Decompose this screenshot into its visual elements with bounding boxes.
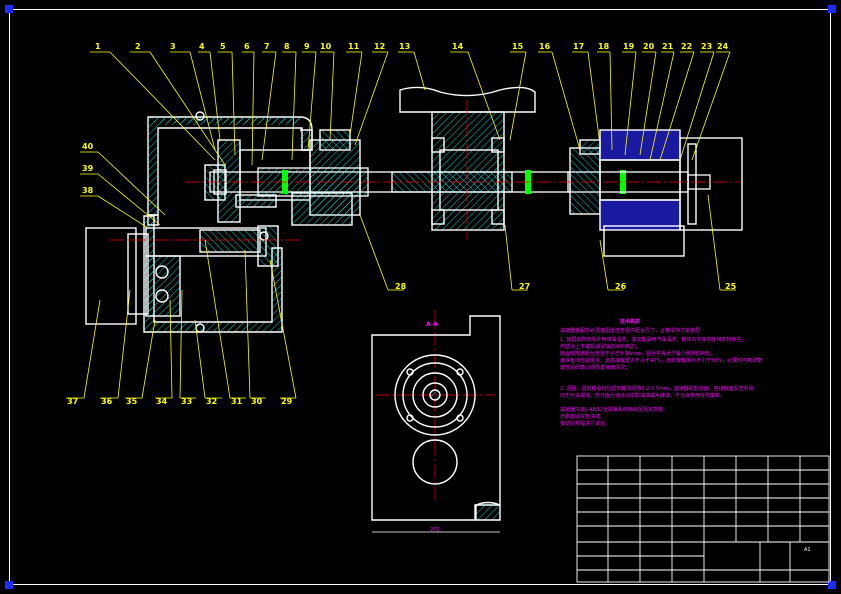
- part-label-25: 25: [725, 282, 737, 291]
- part-label-38: 38: [82, 186, 94, 195]
- tech-req-title: 技术要求: [620, 319, 641, 325]
- part-label-37: 37: [67, 397, 79, 406]
- assembly-drawing-svg: [66, 51, 830, 583]
- part-label-39: 39: [82, 164, 94, 173]
- tech-req-line: 减速器内装L-AN32全损耗系统用油至规定高度，: [560, 407, 668, 413]
- part-label-9: 9: [304, 42, 310, 51]
- sheet-size-label: A1: [804, 547, 811, 553]
- part-label-7: 7: [264, 42, 270, 51]
- part-label-13: 13: [399, 42, 411, 51]
- part-label-22: 22: [681, 42, 693, 51]
- tech-req-line: 均不允许漏油，剖分面允许涂以密封油漆或水玻璃，不允许使用任何填料；: [560, 393, 726, 399]
- section-view: [371, 315, 501, 533]
- section-view-title: A-A: [426, 321, 438, 328]
- part-label-31: 31: [231, 397, 243, 406]
- part-label-36: 36: [101, 397, 113, 406]
- tech-req-line: 内壁涂上不被机油浸蚀的涂料两次；: [560, 344, 641, 350]
- part-label-33: 33: [181, 397, 193, 406]
- part-label-17: 17: [573, 42, 585, 51]
- part-label-1: 1: [95, 42, 101, 51]
- part-label-18: 18: [598, 42, 610, 51]
- worm-wheel-housing: [399, 86, 536, 231]
- part-label-14: 14: [452, 42, 464, 51]
- part-label-34: 34: [156, 397, 168, 406]
- part-label-10: 10: [320, 42, 332, 51]
- part-label-20: 20: [643, 42, 655, 51]
- part-label-28: 28: [395, 282, 407, 291]
- part-label-16: 16: [539, 42, 551, 51]
- part-label-19: 19: [623, 42, 635, 51]
- tech-req-line: 2. 调整、固定轴承时应留有轴向间隙0.2-0.5mm，减速器的剖分面、各接触面…: [560, 386, 754, 392]
- tech-req-line: 外表面涂灰色油漆。: [560, 414, 606, 420]
- part-label-24: 24: [717, 42, 729, 51]
- part-label-4: 4: [199, 42, 205, 51]
- tech-req-line: 1. 装配前所有零件用煤油清洗，滚动轴承用汽油清洗，箱体内不许有任何杂物存在，: [560, 337, 747, 343]
- part-label-12: 12: [374, 42, 386, 51]
- part-label-35: 35: [126, 397, 138, 406]
- part-label-2: 2: [135, 42, 141, 51]
- part-label-32: 32: [206, 397, 218, 406]
- part-label-3: 3: [170, 42, 176, 51]
- base-dimension-text: 270: [430, 527, 440, 533]
- part-label-15: 15: [512, 42, 524, 51]
- right-assembly: [569, 129, 743, 257]
- part-label-30: 30: [251, 397, 263, 406]
- tech-req-line: 或刮后研磨以便改善接触情况；: [560, 365, 631, 371]
- tech-req-line: 用涂色法检验斑点，齿高接触斑点不小于40%，齿长接触斑点不小于50%，必要时可用…: [560, 358, 763, 364]
- part-label-40: 40: [82, 142, 94, 151]
- part-label-26: 26: [615, 282, 627, 291]
- tech-req-line: 减速器装配前必须按图纸检查零件配合尺寸，合格零件才能装配: [560, 328, 701, 334]
- part-label-5: 5: [220, 42, 226, 51]
- part-label-23: 23: [701, 42, 713, 51]
- part-label-8: 8: [284, 42, 290, 51]
- cad-drawing-canvas: 1 2 3 4 5 6 7 8 9 10 11 12 13 14 15 16 1…: [0, 0, 841, 594]
- part-label-11: 11: [348, 42, 360, 51]
- part-label-27: 27: [519, 282, 531, 291]
- part-label-6: 6: [244, 42, 250, 51]
- part-label-21: 21: [662, 42, 674, 51]
- tech-req-line: 按试验规程进行试验。: [560, 421, 611, 427]
- title-block: [576, 455, 830, 583]
- part-label-29: 29: [281, 397, 293, 406]
- tech-req-line: 啮合侧隙用铅丝检验不小于0.16mm，铅丝不得大于最小侧隙的4倍；: [560, 351, 715, 357]
